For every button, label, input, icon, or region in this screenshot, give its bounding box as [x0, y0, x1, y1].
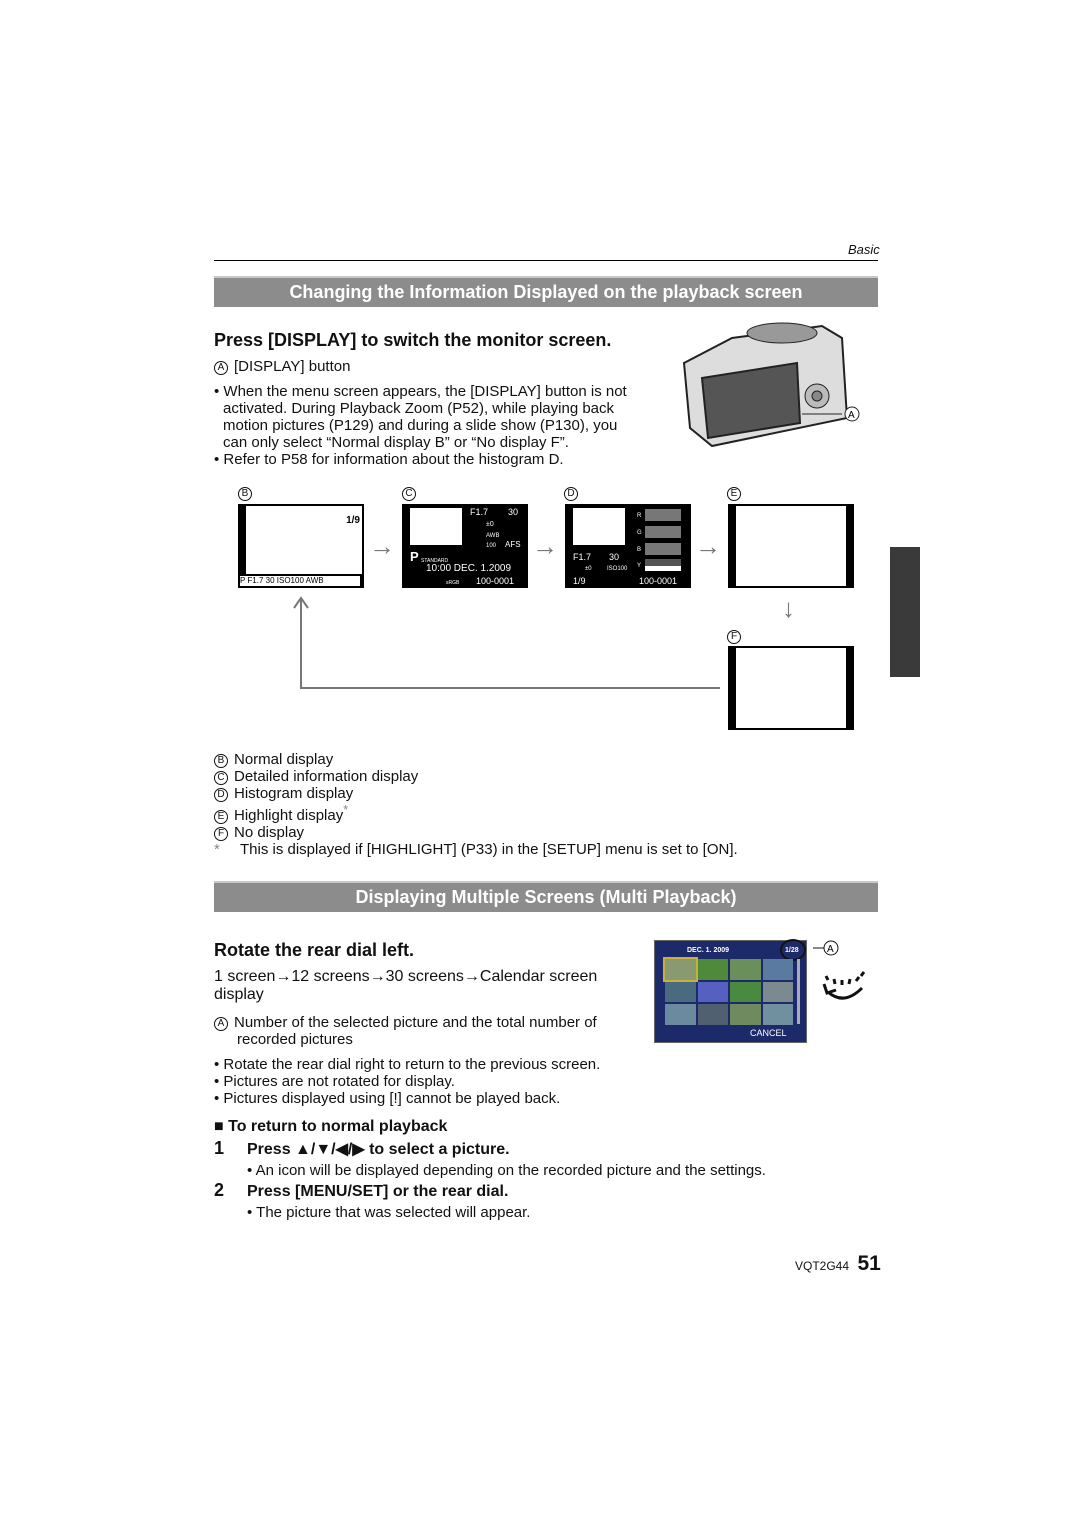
page-number: 51	[857, 1252, 881, 1275]
page-footer: VQT2G44 51	[795, 1252, 881, 1276]
bullet-list: • When the menu screen appears, the [DIS…	[214, 383, 627, 468]
callout-a: A [DISPLAY] button	[214, 358, 350, 375]
thumbnail[interactable]	[730, 981, 761, 1003]
bullet-list-2: • Rotate the rear dial right to return t…	[214, 1056, 601, 1107]
arrow-right-icon: →	[369, 531, 395, 561]
histogram-y	[645, 559, 681, 571]
rear-dial-rotate-icon: A	[813, 940, 866, 1000]
screen-d-label: D	[564, 487, 578, 501]
count-highlight-circle	[780, 939, 806, 961]
screen-highlight-display	[728, 504, 854, 588]
thumbnail[interactable]	[730, 1004, 761, 1025]
instruction-heading: Press [DISPLAY] to switch the monitor sc…	[214, 330, 612, 350]
sequence-text: 1 screen→12 screens→30 screens→Calendar …	[214, 968, 598, 1003]
arrow-right-icon: →	[532, 531, 558, 561]
histogram-b	[645, 543, 681, 555]
scrollbar[interactable]	[797, 959, 800, 1024]
arrow-down-icon: ↓	[782, 593, 795, 623]
svg-text:A: A	[848, 410, 855, 421]
thumbnail[interactable]	[665, 981, 696, 1003]
document-code: VQT2G44	[795, 1259, 850, 1273]
screen-histogram-display: R G B Y F1.7 30 ±0 ISO100 1/9 100-0001	[565, 504, 691, 588]
camera-illustration: A	[682, 322, 860, 448]
section-banner-2: Displaying Multiple Screens (Multi Playb…	[214, 881, 878, 912]
thumbnail[interactable]	[697, 981, 728, 1003]
screen-normal-display: 1/9 P F1.7 30 ISO100 AWB	[238, 504, 364, 588]
screen-c-label: C	[402, 487, 416, 501]
subheading: ■ To return to normal playback	[214, 1118, 448, 1135]
screen-e-label: E	[727, 487, 741, 501]
thumbnail[interactable]	[762, 1004, 793, 1025]
steps: 1 Press ▲/▼/◀/▶ to select a picture. • An…	[214, 1138, 766, 1221]
return-arrow-icon	[293, 596, 720, 689]
instruction-heading-2: Rotate the rear dial left.	[214, 940, 415, 960]
thumbnail-grid	[663, 957, 793, 1025]
thumbnail[interactable]	[697, 959, 728, 980]
histogram-r	[645, 509, 681, 521]
section-label: Basic	[848, 242, 880, 257]
chapter-tab	[890, 547, 920, 677]
screen-b-label: B	[238, 487, 252, 501]
multi-playback-screen: DEC. 1. 2009 1/28 CANCEL	[654, 939, 807, 1043]
display-legend: B Normal display C Detailed information di…	[214, 751, 738, 858]
thumbnail[interactable]	[762, 981, 793, 1003]
header-rule	[214, 260, 878, 261]
arrow-right-icon: →	[695, 531, 721, 561]
callout-a-2: A Number of the selected picture and the …	[214, 1014, 597, 1048]
thumbnail[interactable]	[665, 1004, 696, 1025]
thumbnail[interactable]	[762, 959, 793, 980]
section-banner-1: Changing the Information Displayed on th…	[214, 276, 878, 307]
screen-detailed-display: F1.7 30 ±0 AWB 100 AFS P STANDARD 10:00 …	[402, 504, 528, 588]
histogram-g	[645, 526, 681, 538]
thumbnail[interactable]	[663, 957, 698, 982]
thumbnail[interactable]	[697, 1004, 728, 1025]
svg-text:A: A	[827, 944, 834, 955]
screen-no-display	[728, 646, 854, 730]
thumbnail[interactable]	[730, 959, 761, 980]
